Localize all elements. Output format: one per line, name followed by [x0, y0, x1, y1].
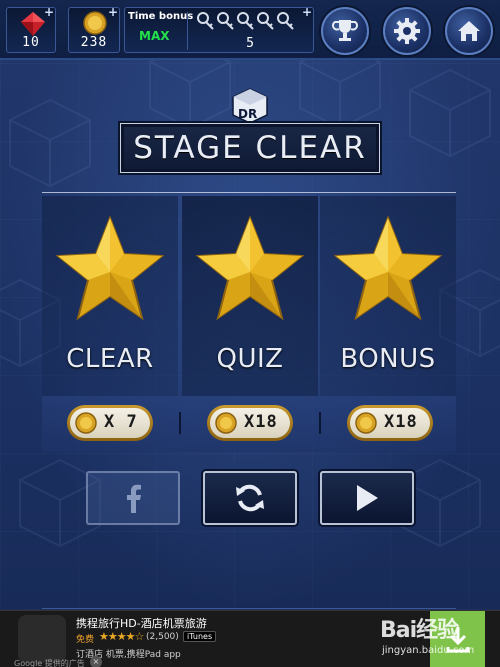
- ad-close-button[interactable]: ×: [90, 656, 102, 667]
- key-icon: [257, 12, 274, 30]
- watermark-url: jingyan.baidu.com: [382, 645, 475, 656]
- bonus-reward: X18: [347, 405, 433, 441]
- coin-icon: [83, 11, 107, 35]
- coin-icon: [355, 412, 377, 434]
- ad-app-icon[interactable]: [18, 615, 66, 663]
- time-bonus-panel: Time bonus MAX + 5: [124, 5, 314, 53]
- add-gems-icon[interactable]: +: [44, 5, 54, 19]
- home-button[interactable]: [445, 7, 493, 55]
- next-button[interactable]: [320, 471, 414, 525]
- add-coins-icon[interactable]: +: [108, 5, 118, 19]
- quiz-panel: QUIZ: [182, 196, 318, 396]
- ad-rating-count: (2,500): [146, 632, 179, 642]
- replay-button[interactable]: [203, 471, 297, 525]
- clear-reward-value: X 7: [104, 412, 138, 432]
- page-title: STAGE CLEAR: [133, 130, 367, 166]
- gear-icon: [394, 18, 420, 44]
- trophy-button[interactable]: [321, 7, 369, 55]
- time-bonus-label: Time bonus: [128, 11, 194, 22]
- coin-icon: [75, 412, 97, 434]
- ad-rating-stars: ★★★★☆: [99, 630, 144, 643]
- trophy-icon: [332, 20, 358, 41]
- bonus-label: BONUS: [340, 344, 436, 374]
- play-icon: [357, 485, 378, 511]
- clear-reward: X 7: [67, 405, 153, 441]
- quiz-label: QUIZ: [216, 344, 284, 374]
- watermark-logo: Bai经验: [380, 618, 459, 643]
- time-bonus-value: MAX: [139, 29, 170, 43]
- ad-price: 免费: [76, 635, 95, 645]
- gems-counter[interactable]: + 10: [6, 5, 56, 53]
- gems-count: 10: [22, 35, 40, 50]
- star-icon: [56, 216, 164, 321]
- divider-bottom: [42, 608, 456, 609]
- star-icon: [196, 216, 304, 321]
- gem-icon: [21, 12, 45, 36]
- bonus-panel: BONUS: [320, 196, 456, 396]
- facebook-share-button[interactable]: [86, 471, 180, 525]
- settings-button[interactable]: [383, 7, 431, 55]
- replay-icon: [236, 484, 264, 512]
- bonus-reward-value: X18: [384, 412, 418, 432]
- key-icon: [217, 12, 234, 30]
- home-icon: [458, 21, 480, 41]
- key-icon: [237, 12, 254, 30]
- coin-icon: [215, 412, 237, 434]
- clear-label: CLEAR: [66, 344, 154, 374]
- reward-separator: [179, 412, 181, 434]
- divider-top: [42, 192, 456, 193]
- add-keys-icon[interactable]: +: [302, 5, 312, 19]
- keys-icon-row: [197, 12, 294, 30]
- stage-clear-banner: STAGE CLEAR: [120, 123, 380, 173]
- quiz-reward-value: X18: [244, 412, 278, 432]
- coins-counter[interactable]: + 238: [68, 5, 120, 53]
- dice-logo-icon: DR: [232, 88, 268, 124]
- facebook-icon: [127, 484, 141, 513]
- quiz-reward: X18: [207, 405, 293, 441]
- star-icon: [334, 216, 442, 321]
- reward-separator: [319, 412, 321, 434]
- ad-store-badge: iTunes: [183, 631, 217, 642]
- ad-title[interactable]: 携程旅行HD-酒店机票旅游: [76, 615, 207, 631]
- keys-count: 5: [246, 36, 254, 51]
- key-icon: [277, 12, 294, 30]
- clear-panel: CLEAR: [42, 196, 178, 396]
- coins-count: 238: [80, 35, 108, 50]
- ad-google-label: Google 提供的广告: [14, 659, 85, 667]
- logo-letters: DR: [238, 107, 257, 121]
- top-bar: + 10 + 238 Time bonus MAX + 5: [0, 0, 500, 60]
- key-icon: [197, 12, 214, 30]
